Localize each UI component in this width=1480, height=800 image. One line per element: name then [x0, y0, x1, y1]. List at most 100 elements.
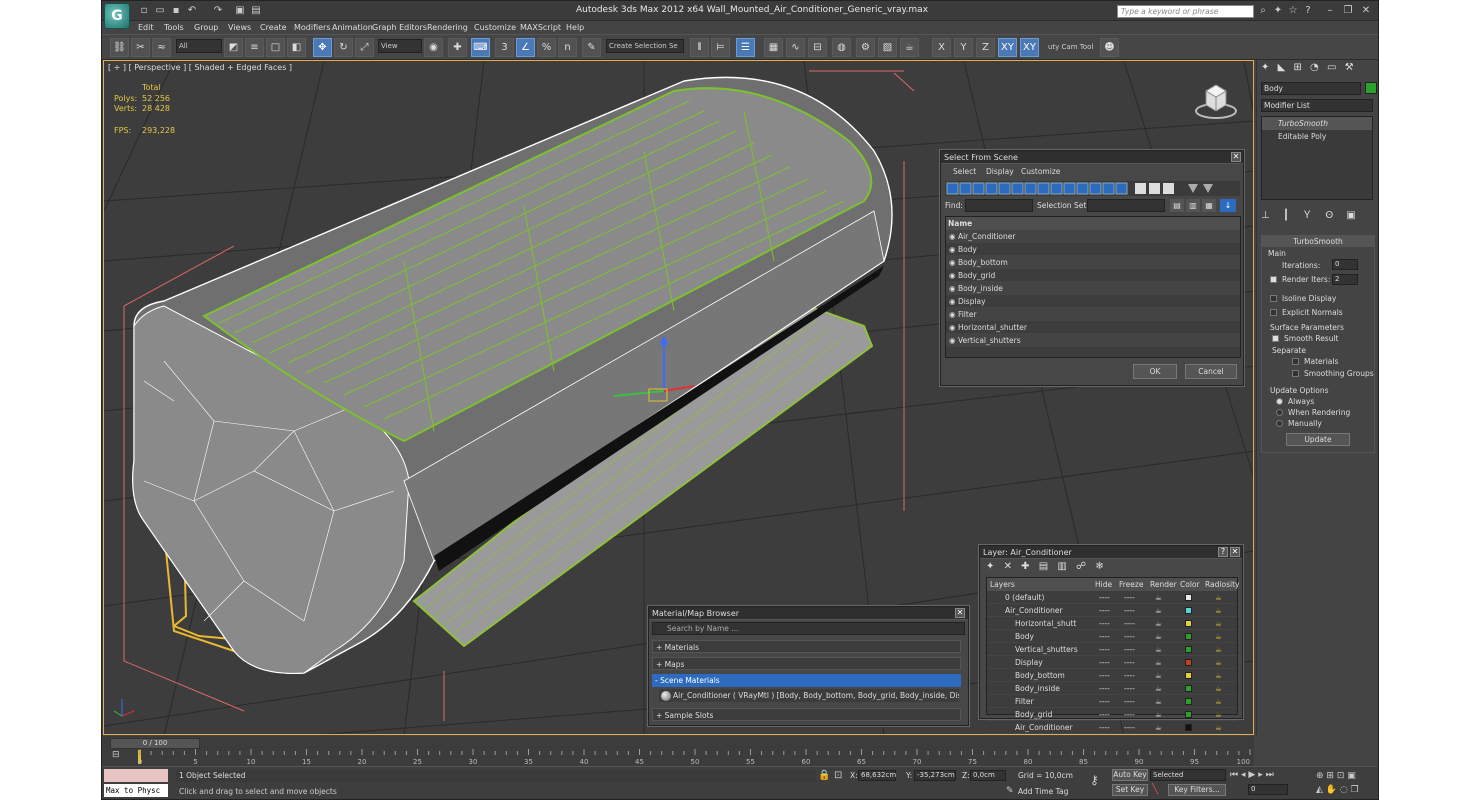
- app-logo-icon[interactable]: G: [104, 3, 130, 29]
- layer-freeze-toggle[interactable]: ----: [1124, 695, 1135, 708]
- maxscript-output[interactable]: Max to Physc: [104, 784, 168, 797]
- menu-rendering[interactable]: Rendering: [427, 21, 468, 34]
- layer-row[interactable]: Body_grid ---- ---- ☕ ☕: [987, 708, 1237, 721]
- layer-color-swatch[interactable]: [1185, 711, 1192, 718]
- sfs-list-item[interactable]: ◉ Air_Conditioner: [946, 230, 1240, 243]
- reference-coordinate-dropdown[interactable]: View: [378, 39, 422, 53]
- close-icon[interactable]: ✕: [1360, 5, 1372, 17]
- pivot-center-icon[interactable]: ◉: [424, 38, 443, 57]
- select-scale-icon[interactable]: ⤢: [355, 38, 374, 57]
- link-icon[interactable]: ⛓: [110, 38, 129, 57]
- layer-hide-toggle[interactable]: ----: [1099, 643, 1110, 656]
- axis-x-button[interactable]: X: [932, 38, 951, 57]
- communication-icon[interactable]: ☆: [1287, 5, 1299, 17]
- add-time-tag[interactable]: Add Time Tag: [1018, 787, 1068, 796]
- material-search-input[interactable]: Search by Name ...: [652, 622, 965, 635]
- layer-hide-toggle[interactable]: ----: [1099, 721, 1110, 734]
- separate-materials-checkbox[interactable]: [1292, 358, 1299, 367]
- selected-set-dropdown[interactable]: Selected: [1150, 769, 1226, 781]
- sfs-find-input[interactable]: [965, 199, 1033, 212]
- maxscript-listener-input[interactable]: [104, 769, 168, 782]
- hide-all-icon[interactable]: ☍: [1076, 561, 1086, 572]
- isoline-checkbox[interactable]: [1270, 295, 1277, 304]
- render-teapot-icon[interactable]: ☕: [1155, 721, 1162, 734]
- delete-layer-icon[interactable]: ✕: [1004, 561, 1012, 572]
- keyboard-shortcut-override-icon[interactable]: ⌨: [471, 38, 490, 57]
- iterations-spinner[interactable]: 0: [1332, 259, 1358, 270]
- menu-help[interactable]: Help: [566, 21, 584, 34]
- layer-freeze-toggle[interactable]: ----: [1124, 591, 1135, 604]
- layer-row[interactable]: Air_Conditioner ---- ---- ☕ ☕: [987, 721, 1237, 734]
- pan-icon[interactable]: ✋: [1326, 785, 1337, 795]
- spinner-snap-icon[interactable]: n: [558, 38, 577, 57]
- save-file-icon[interactable]: ▪: [170, 5, 182, 17]
- window-crossing-icon[interactable]: ◧: [287, 38, 306, 57]
- minimize-icon[interactable]: –: [1324, 5, 1336, 17]
- maximize-viewport-icon[interactable]: ❐: [1351, 785, 1359, 795]
- y-coordinate-field[interactable]: -35,273cm: [914, 770, 956, 781]
- prev-frame-icon[interactable]: ◂: [1241, 770, 1246, 780]
- goto-end-icon[interactable]: ⏭: [1266, 770, 1274, 780]
- sfs-list-item[interactable]: ◉ Body_inside: [946, 282, 1240, 295]
- layer-row[interactable]: Display ---- ---- ☕ ☕: [987, 656, 1237, 669]
- axis-xy-button[interactable]: XY: [998, 38, 1017, 57]
- key-filters-button[interactable]: Key Filters...: [1168, 784, 1226, 796]
- hierarchy-tab-icon[interactable]: ⊞: [1293, 62, 1301, 73]
- layer-color-swatch[interactable]: [1185, 698, 1192, 705]
- layer-hide-toggle[interactable]: ----: [1099, 617, 1110, 630]
- help-icon[interactable]: ?: [1302, 5, 1314, 17]
- radiosity-teapot-icon[interactable]: ☕: [1215, 721, 1222, 734]
- sfs-list-item[interactable]: ◉ Vertical_shutters: [946, 334, 1240, 347]
- x-coordinate-field[interactable]: 68,632cm: [858, 770, 896, 781]
- menu-graph-editors[interactable]: Graph Editors: [372, 21, 427, 34]
- cam-tool-label[interactable]: uty Cam Tool: [1048, 43, 1098, 55]
- mirror-icon[interactable]: ⫴: [690, 38, 709, 57]
- fov-icon[interactable]: ◭: [1316, 785, 1323, 795]
- unlink-icon[interactable]: ✂: [131, 38, 150, 57]
- radiosity-teapot-icon[interactable]: ☕: [1215, 682, 1222, 695]
- layer-color-swatch[interactable]: [1185, 659, 1192, 666]
- stack-editable-poly[interactable]: Editable Poly: [1262, 130, 1372, 143]
- update-always-radio[interactable]: [1276, 398, 1283, 407]
- sfs-set-icon-3[interactable]: ▦: [1202, 199, 1216, 212]
- sfs-ok-button[interactable]: OK: [1133, 364, 1177, 379]
- render-teapot-icon[interactable]: ☕: [1155, 669, 1162, 682]
- explicit-normals-check[interactable]: [1270, 309, 1277, 316]
- show-end-result-icon[interactable]: ┃: [1283, 210, 1289, 221]
- select-object-icon[interactable]: ◩: [224, 38, 243, 57]
- layer-freeze-toggle[interactable]: ----: [1124, 669, 1135, 682]
- render-teapot-icon[interactable]: ☕: [1155, 617, 1162, 630]
- layer-col-hide[interactable]: Hide: [1095, 578, 1112, 591]
- menu-modifiers[interactable]: Modifiers: [294, 21, 331, 34]
- scene-material-item[interactable]: Air_Conditioner ( VRayMtl ) [Body, Body_…: [659, 689, 959, 702]
- schematic-view-icon[interactable]: ⊟: [808, 38, 827, 57]
- configure-sets-icon[interactable]: ▣: [1346, 210, 1355, 221]
- layer-name[interactable]: Body_bottom: [1015, 669, 1065, 682]
- layer-row[interactable]: Air_Conditioner ---- ---- ☕ ☕: [987, 604, 1237, 617]
- sfs-cancel-button[interactable]: Cancel: [1185, 364, 1237, 379]
- update-manually-radio[interactable]: [1276, 420, 1283, 429]
- remove-modifier-icon[interactable]: ʘ: [1325, 210, 1333, 221]
- menu-animation[interactable]: Animation: [332, 21, 373, 34]
- zoom-extents-all-icon[interactable]: ▣: [1347, 771, 1356, 781]
- layer-hide-toggle[interactable]: ----: [1099, 656, 1110, 669]
- layer-close-icon[interactable]: ✕: [1230, 547, 1240, 557]
- isoline-check[interactable]: [1270, 295, 1277, 302]
- motion-tab-icon[interactable]: ◔: [1310, 62, 1319, 73]
- dialog-close-icon[interactable]: ✕: [1231, 152, 1241, 162]
- set-key-button[interactable]: Set Key: [1112, 784, 1148, 796]
- layer-freeze-toggle[interactable]: ----: [1124, 708, 1135, 721]
- layer-hide-toggle[interactable]: ----: [1099, 708, 1110, 721]
- render-teapot-icon[interactable]: ☕: [1155, 656, 1162, 669]
- zoom-extents-icon[interactable]: ⊡: [1337, 771, 1345, 781]
- edit-named-selection-icon[interactable]: ✎: [582, 38, 601, 57]
- layer-row[interactable]: 0 (default) ---- ---- ☕ ☕: [987, 591, 1237, 604]
- render-iters-spinner[interactable]: 2: [1332, 274, 1358, 285]
- sfs-list-item[interactable]: ◉ Body: [946, 243, 1240, 256]
- radiosity-teapot-icon[interactable]: ☕: [1215, 656, 1222, 669]
- snaps-toggle-icon[interactable]: 3: [495, 38, 514, 57]
- render-teapot-icon[interactable]: ☕: [1155, 643, 1162, 656]
- rollout-title[interactable]: TurboSmooth: [1262, 236, 1374, 247]
- scene-materials-section[interactable]: - Scene Materials: [652, 674, 961, 687]
- render-teapot-icon[interactable]: ☕: [1155, 604, 1162, 617]
